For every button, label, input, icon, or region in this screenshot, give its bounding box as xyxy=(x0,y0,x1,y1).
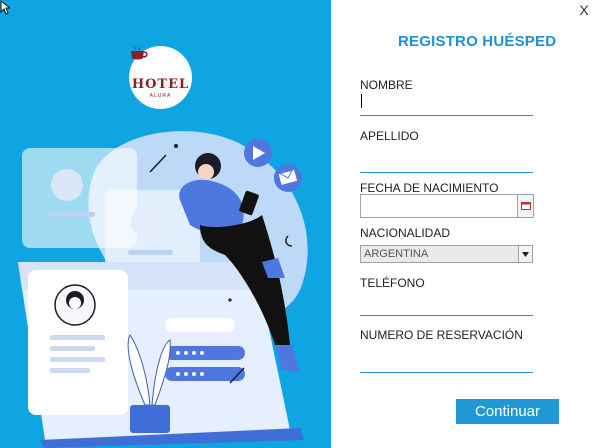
cup-logo-icon xyxy=(131,46,148,60)
reserva-input[interactable] xyxy=(360,372,533,373)
logo-subtitle: ALURA xyxy=(149,93,172,99)
continue-button[interactable]: Continuar xyxy=(456,399,559,424)
close-button[interactable]: X xyxy=(570,0,598,20)
text-caret xyxy=(361,94,362,108)
reserva-label: NUMERO DE RESERVACIÓN xyxy=(360,328,523,342)
play-icon xyxy=(244,139,272,167)
telefono-label: TELÉFONO xyxy=(360,276,425,290)
cursor-icon xyxy=(0,0,10,15)
telefono-input[interactable] xyxy=(360,315,533,316)
calendar-icon xyxy=(520,202,531,210)
logo-name: HOTEL xyxy=(131,77,190,92)
form-title: REGISTRO HUÉSPED xyxy=(398,33,557,50)
fecha-label: FECHA DE NACIMIENTO xyxy=(360,181,499,195)
mail-icon xyxy=(274,164,302,192)
nombre-label: NOMBRE xyxy=(360,78,413,92)
apellido-label: APELLIDO xyxy=(360,129,419,143)
hotel-logo: HOTEL ALURA xyxy=(129,46,192,109)
nacionalidad-value: ARGENTINA xyxy=(364,248,429,260)
apellido-input[interactable] xyxy=(360,172,533,173)
calendar-button[interactable] xyxy=(518,194,534,218)
nombre-input[interactable] xyxy=(360,115,533,116)
illustration-panel: HOTEL ALURA xyxy=(0,0,331,448)
nacionalidad-label: NACIONALIDAD xyxy=(360,226,451,240)
nacionalidad-select[interactable]: ARGENTINA xyxy=(360,245,533,263)
dropdown-button[interactable] xyxy=(518,246,532,262)
fecha-input[interactable] xyxy=(360,194,518,218)
form-panel xyxy=(331,0,598,448)
chevron-down-icon xyxy=(522,251,529,257)
